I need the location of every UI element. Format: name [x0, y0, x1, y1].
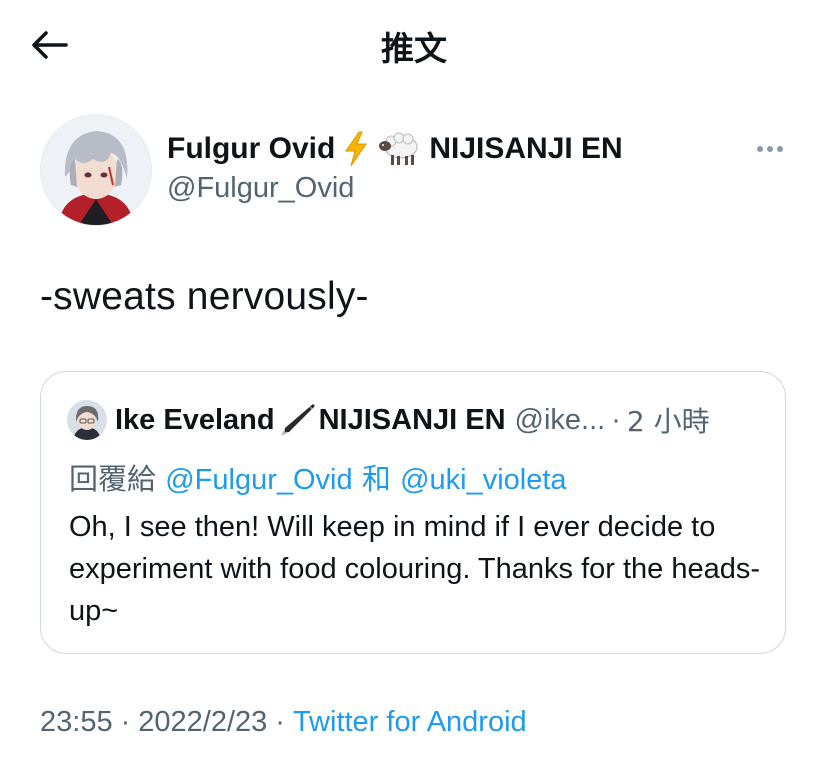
author-org: NIJISANJI EN: [429, 132, 623, 165]
quoted-separator: ·: [611, 403, 621, 436]
more-button[interactable]: [750, 134, 790, 164]
author-avatar[interactable]: [40, 114, 152, 226]
reply-and: 和: [361, 462, 391, 496]
reply-prefix: 回覆給: [69, 462, 157, 496]
back-button[interactable]: [28, 24, 70, 66]
tweet-time: 23:55: [40, 706, 113, 738]
tweet-source-link[interactable]: Twitter for Android: [293, 706, 527, 738]
top-bar: 推文: [0, 0, 828, 88]
mention-link[interactable]: @Fulgur_Ovid: [165, 464, 352, 496]
more-horizontal-icon-dot: [777, 146, 783, 152]
quoted-tweet-header: Ike Eveland NIJISANJI EN @ike... · 2 小時: [67, 400, 710, 440]
more-horizontal-icon: [757, 146, 763, 152]
page-title: 推文: [381, 29, 447, 68]
quoted-timestamp: 2 小時: [626, 405, 710, 438]
quoted-author-avatar: [67, 400, 107, 440]
tweet-text: -sweats nervously-: [40, 275, 369, 318]
tweet-meta: 23:55 · 2022/2/23 · Twitter for Android: [40, 706, 527, 739]
quoted-avatar-image: [67, 400, 107, 440]
arrow-left-icon: [32, 31, 68, 59]
pen-icon: [280, 404, 315, 436]
mention-link[interactable]: @uki_violeta: [400, 464, 566, 496]
sheep-icon: [379, 132, 418, 165]
quoted-author-org: NIJISANJI EN: [318, 403, 506, 436]
author-handle[interactable]: @Fulgur_Ovid: [167, 172, 354, 205]
quoted-author-handle: @ike...: [514, 403, 606, 436]
lightning-icon: [345, 131, 368, 167]
author-name: Fulgur Ovid: [167, 132, 336, 165]
quoted-tweet-card[interactable]: Ike Eveland NIJISANJI EN @ike... · 2 小時 …: [40, 371, 786, 654]
quoted-author-name: Ike Eveland: [115, 403, 275, 436]
meta-separator: ·: [120, 706, 131, 738]
reply-context: 回覆給 @Fulgur_Ovid 和 @uki_violeta: [69, 456, 567, 498]
avatar-image: [41, 115, 151, 225]
quoted-tweet-text: Oh, I see then! Will keep in mind if I e…: [69, 511, 761, 627]
author-name-row[interactable]: Fulgur Ovid NIJISANJI EN: [167, 128, 623, 170]
meta-separator: ·: [275, 706, 285, 738]
more-horizontal-icon-dot: [767, 146, 773, 152]
tweet-date: 2022/2/23: [138, 706, 268, 738]
